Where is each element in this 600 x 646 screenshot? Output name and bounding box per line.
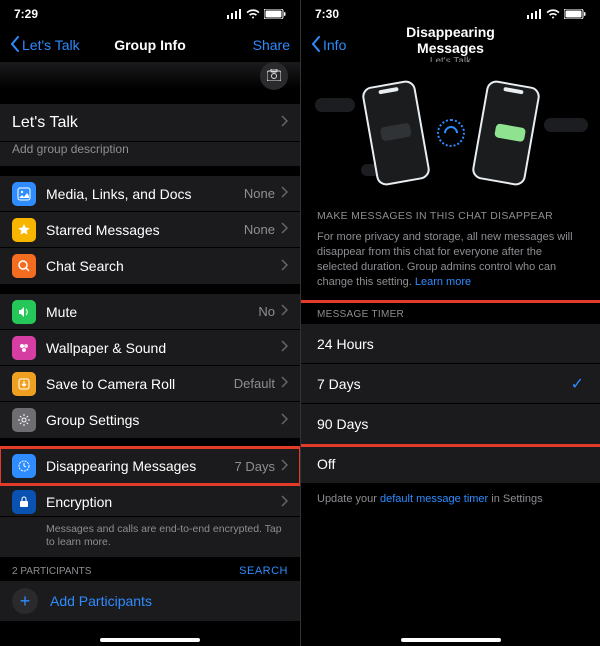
option-24-hours[interactable]: 24 Hours [301,324,600,364]
timer-icon [12,454,36,478]
row-wallpaper[interactable]: Wallpaper & Sound [0,330,300,366]
share-button[interactable]: Share [220,37,290,53]
value: No [258,304,275,319]
home-indicator[interactable] [401,638,501,642]
chevron-right-icon [281,413,288,428]
status-time: 7:30 [315,7,339,21]
encryption-subtext: Messages and calls are end-to-end encryp… [0,517,300,557]
settings-section: Mute No Wallpaper & Sound Save to Camera… [0,294,300,438]
search-icon [12,254,36,278]
battery-icon [564,9,586,19]
value: None [244,222,275,237]
phone-right: 7:30 Info Disappearing Messages Let's Ta… [300,0,600,646]
chevron-left-icon [10,36,20,55]
group-header-section: Let's Talk Add group description [0,104,300,166]
option-7-days[interactable]: 7 Days ✓ [301,364,600,404]
star-icon [12,218,36,242]
row-save-camera-roll[interactable]: Save to Camera Roll Default [0,366,300,402]
home-indicator[interactable] [100,638,200,642]
header-fade [0,62,300,92]
phone-left: 7:29 Let's Talk Group Info Share [0,0,300,646]
add-group-description[interactable]: Add group description [0,142,300,166]
lock-icon [12,490,36,514]
chevron-right-icon [281,259,288,274]
signal-icon [527,9,542,19]
value: None [244,186,275,201]
option-off[interactable]: Off [301,444,600,484]
option-90-days[interactable]: 90 Days [301,404,600,444]
nav-bar: Info Disappearing Messages Let's Talk [301,28,600,62]
camera-icon [267,69,281,84]
battery-icon [264,9,286,19]
chevron-right-icon [281,304,288,319]
chevron-right-icon [281,495,288,510]
description: MAKE MESSAGES IN THIS CHAT DISAPPEAR For… [301,198,600,293]
group-name: Let's Talk [12,114,281,132]
message-timer-section: MESSAGE TIMER 24 Hours 7 Days ✓ 90 Days … [301,303,600,514]
back-button[interactable]: Info [311,36,381,55]
add-participants-row[interactable]: + Add Participants [0,581,300,621]
page-title: Disappearing Messages [381,24,520,56]
chevron-right-icon [281,340,288,355]
content: MAKE MESSAGES IN THIS CHAT DISAPPEAR For… [301,62,600,646]
illustration-phone-right [470,79,541,187]
chevron-right-icon [281,186,288,201]
chevron-right-icon [281,459,288,474]
wifi-icon [246,9,260,19]
row-media[interactable]: Media, Links, and Docs None [0,176,300,212]
group-name-row[interactable]: Let's Talk [0,104,300,142]
section-header: MESSAGE TIMER [301,303,600,324]
value: 7 Days [235,459,275,474]
timer-icon [437,119,465,147]
chevron-right-icon [281,115,288,130]
row-group-settings[interactable]: Group Settings [0,402,300,438]
wallpaper-icon [12,336,36,360]
checkmark-icon: ✓ [571,374,584,394]
nav-bar: Let's Talk Group Info Share [0,28,300,62]
learn-more-link[interactable]: Learn more [415,276,471,288]
wifi-icon [546,9,560,19]
highlighted-options: MESSAGE TIMER 24 Hours 7 Days ✓ 90 Days [301,303,600,444]
speaker-icon [12,300,36,324]
media-section: Media, Links, and Docs None Starred Mess… [0,176,300,284]
gear-icon [12,408,36,432]
disappearing-section: Disappearing Messages 7 Days [0,448,300,484]
value: Default [234,376,275,391]
camera-button[interactable] [260,62,288,90]
back-label: Let's Talk [22,37,80,53]
description-header: MAKE MESSAGES IN THIS CHAT DISAPPEAR [317,210,584,222]
row-starred[interactable]: Starred Messages None [0,212,300,248]
chevron-right-icon [281,222,288,237]
chevron-left-icon [311,36,321,55]
back-label: Info [323,37,346,53]
section-footer: Update your default message timer in Set… [301,484,600,514]
illustration [301,68,600,198]
row-mute[interactable]: Mute No [0,294,300,330]
row-disappearing-messages[interactable]: Disappearing Messages 7 Days [0,448,300,484]
content: Let's Talk Add group description Media, … [0,62,300,646]
chevron-right-icon [281,376,288,391]
row-chat-search[interactable]: Chat Search [0,248,300,284]
signal-icon [227,9,242,19]
row-encryption[interactable]: Encryption [0,484,300,517]
plus-icon: + [12,588,38,614]
back-button[interactable]: Let's Talk [10,36,80,55]
description-body: For more privacy and storage, all new me… [317,230,584,289]
status-time: 7:29 [14,7,38,21]
participants-header: 2 PARTICIPANTS SEARCH [0,557,300,581]
encryption-section: Encryption Messages and calls are end-to… [0,484,300,557]
photo-icon [12,182,36,206]
status-bar: 7:29 [0,0,300,28]
search-participants-link[interactable]: SEARCH [239,565,288,577]
default-timer-link[interactable]: default message timer [380,493,488,505]
page-title: Group Info [80,37,220,53]
download-icon [12,372,36,396]
